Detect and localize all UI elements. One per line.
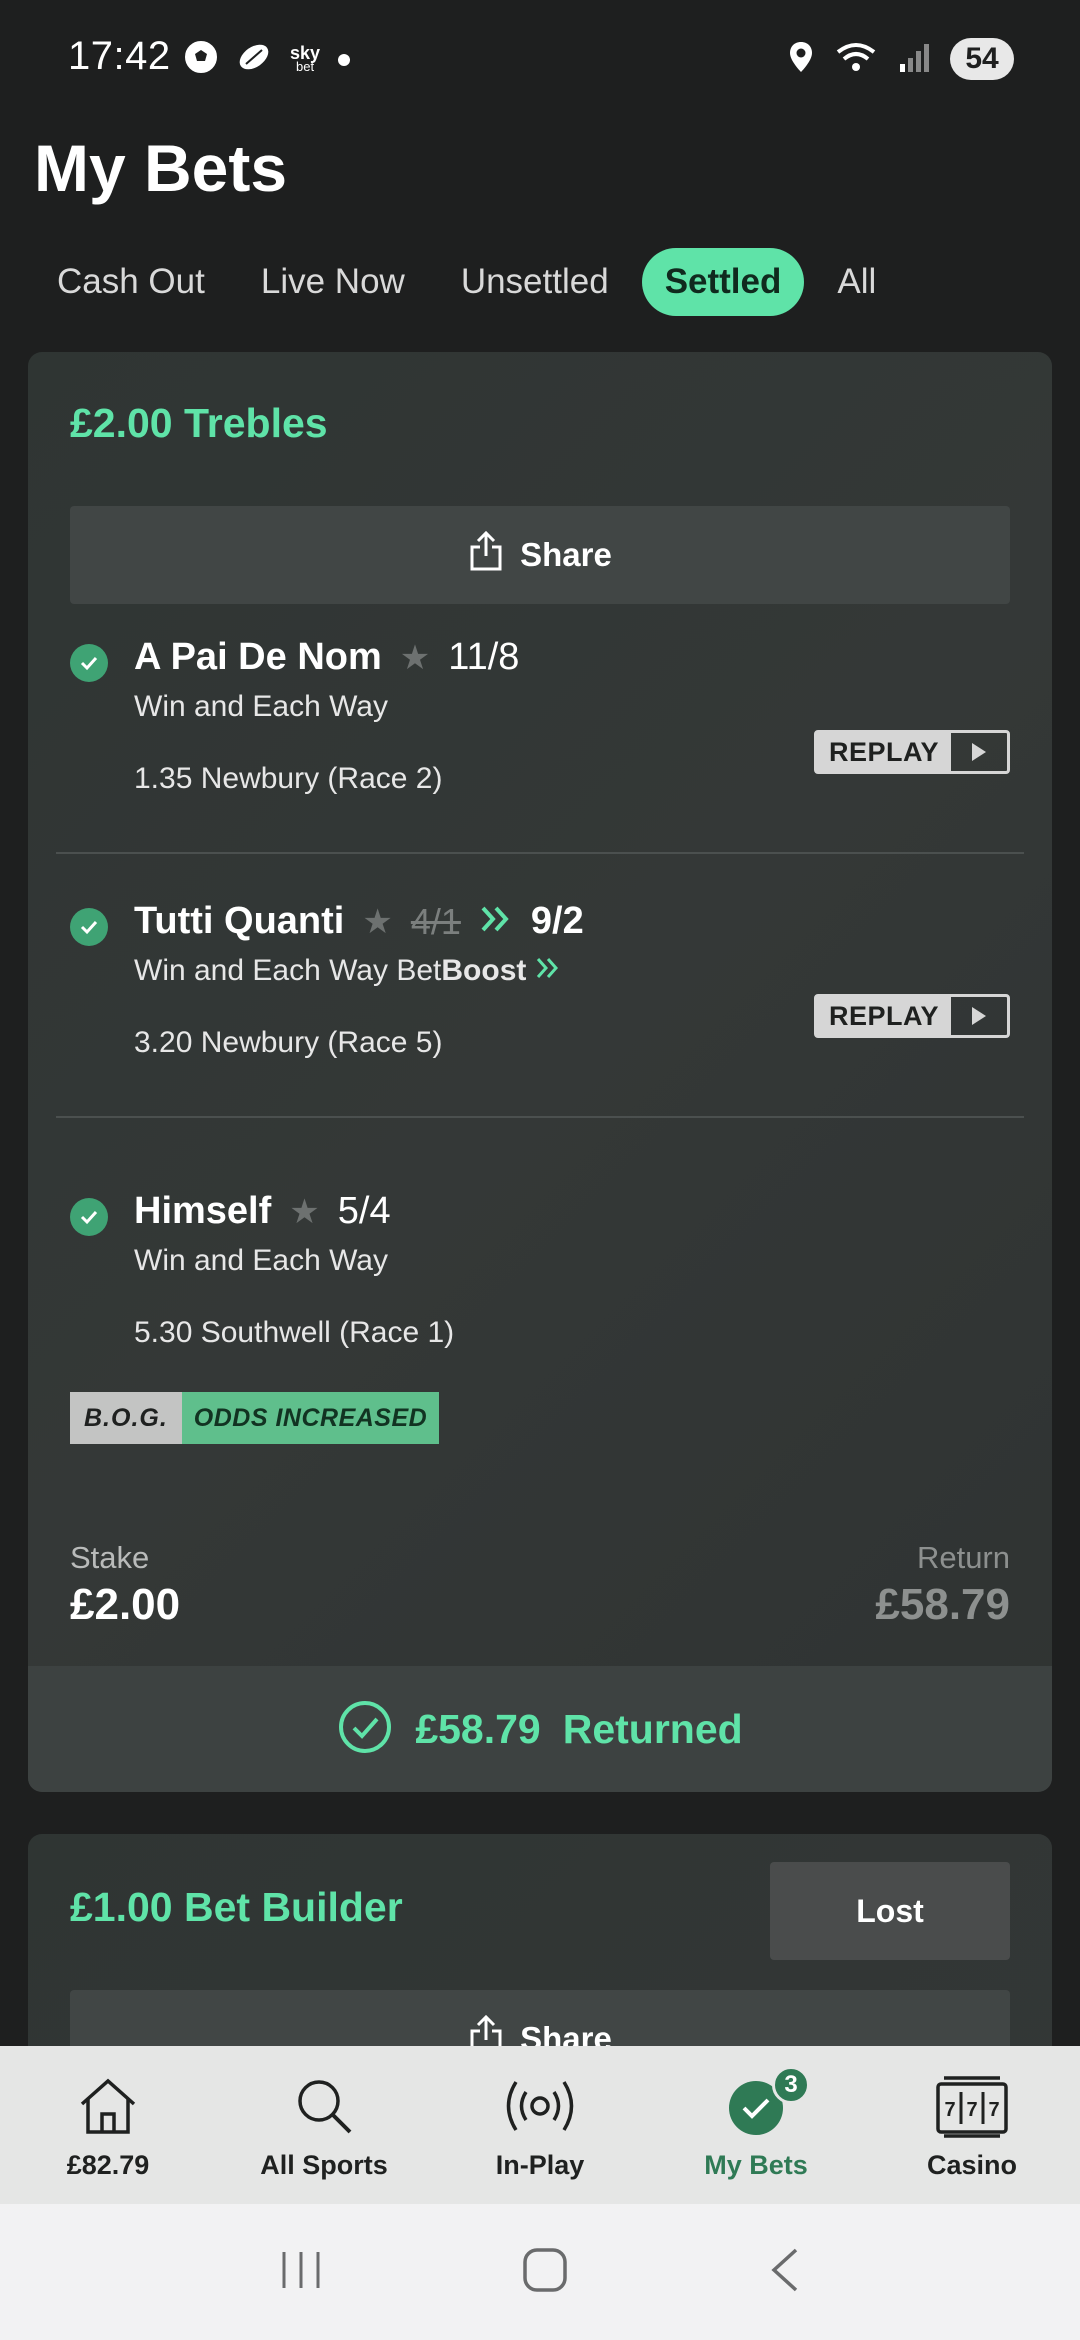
status-notification-icons: sky bet [184,40,351,79]
signal-icon [898,40,930,79]
selection-odds: 11/8 [448,636,520,678]
replay-button[interactable]: REPLAY [814,730,1010,774]
bet-leg: A Pai De Nom ★ 11/8 Win and Each Way 1.3… [70,636,1010,795]
tab-cash-out[interactable]: Cash Out [34,248,228,316]
bet-boost-prefix: Bet [396,954,442,987]
status-system-icons: 54 [788,38,1014,80]
nav-label: Casino [926,2150,1018,2180]
football-icon [184,40,218,79]
system-navigation-bar [0,2204,1080,2340]
home-button-icon[interactable] [521,2246,569,2299]
tab-settled[interactable]: Settled [641,248,805,316]
replay-button[interactable]: REPLAY [814,994,1010,1038]
won-check-icon [70,1198,108,1236]
slot-machine-icon: 777 [934,2070,1010,2142]
selection-name: A Pai De Nom [134,636,382,678]
bog-label: B.O.G. [70,1392,182,1444]
won-check-icon [70,644,108,682]
market-name: Win and Each Way [134,690,388,723]
status-bar: 17:42 sky bet 54 [0,0,1080,116]
page-title: My Bets [34,131,288,205]
search-icon [294,2070,354,2142]
race-info: 3.20 Newbury (Race 5) [134,1026,443,1059]
nav-label: All Sports [260,2150,388,2180]
share-icon [468,530,504,580]
selection-name: Himself [134,1190,272,1232]
stake-label: Stake [70,1540,150,1575]
bet-title: £1.00 Bet Builder [70,1884,403,1930]
returned-amount: £58.79 [415,1705,541,1752]
return-label: Return [916,1540,1010,1575]
returned-status-bar: £58.79 Returned [28,1666,1052,1792]
svg-text:7: 7 [944,2099,955,2121]
battery-indicator: 54 [950,38,1014,80]
boost-arrows-icon [479,904,513,939]
nav-casino[interactable]: 777 Casino [864,2046,1080,2204]
market-name: Win and Each Way BetBoost [134,954,561,988]
divider [56,852,1024,854]
selection-name: Tutti Quanti [134,900,345,942]
replay-label: REPLAY [817,997,952,1035]
nav-my-bets[interactable]: 3 My Bets [648,2046,864,2204]
status-time: 17:42 [68,34,171,78]
star-icon[interactable]: ★ [400,638,430,678]
back-icon[interactable] [766,2246,802,2299]
boost-icon [535,954,561,987]
bet-boost-label: Boost [441,954,527,987]
returned-label: Returned [562,1705,743,1752]
bog-status: ODDS INCREASED [181,1392,440,1444]
return-value: £58.79 [875,1580,1010,1629]
nav-label: £82.79 [66,2150,150,2180]
svg-text:7: 7 [966,2099,977,2121]
race-info: 5.30 Southwell (Race 1) [134,1316,455,1349]
stake-value: £2.00 [70,1580,181,1629]
nav-home[interactable]: £82.79 [0,2046,216,2204]
tab-unsettled[interactable]: Unsettled [438,248,632,316]
won-check-icon [70,908,108,946]
recent-apps-icon[interactable] [278,2248,324,2297]
play-icon [951,733,1007,771]
selection-odds: 5/4 [337,1190,391,1232]
svg-text:7: 7 [988,2099,999,2121]
nav-in-play[interactable]: In-Play [432,2046,648,2204]
play-icon [951,997,1007,1035]
replay-label: REPLAY [817,733,952,771]
bet-leg: Himself ★ 5/4 Win and Each Way 5.30 Sout… [70,1190,1010,1349]
bog-badge: B.O.G. ODDS INCREASED [70,1392,440,1444]
status-badge: Lost [770,1862,1010,1960]
live-icon [501,2070,579,2142]
bets-count-badge: 3 [772,2066,810,2104]
market-label: Win and Each Way [134,954,388,987]
race-info: 1.35 Newbury (Race 2) [134,762,443,795]
nav-label: In-Play [495,2150,585,2180]
home-icon [77,2070,139,2142]
tab-all[interactable]: All [814,248,899,316]
bet-card-trebles[interactable]: £2.00 Trebles Share A Pai De Nom ★ 11/8 … [28,352,1052,1792]
wifi-icon [834,40,878,79]
tab-live-now[interactable]: Live Now [238,248,428,316]
bet-leg: Tutti Quanti ★ 4/1 9/2 Win and Each Way … [70,900,1010,1059]
rugby-icon [236,40,272,79]
nav-label: My Bets [704,2150,808,2180]
location-icon [788,40,814,79]
divider [56,1116,1024,1118]
share-label: Share [520,536,612,573]
original-odds: 4/1 [410,900,461,942]
returned-check-icon [337,1699,393,1760]
market-name: Win and Each Way [134,1244,388,1277]
nav-all-sports[interactable]: All Sports [216,2046,432,2204]
boosted-odds: 9/2 [530,900,584,942]
bets-filter-tabs: Cash Out Live Now Unsettled Settled All [34,248,909,316]
bet-title: £2.00 Trebles [70,400,328,446]
sky-bet-icon: sky bet [290,44,320,74]
star-icon[interactable]: ★ [289,1192,319,1232]
star-icon[interactable]: ★ [362,902,392,942]
share-button[interactable]: Share [70,506,1010,604]
notification-dot [338,53,351,66]
bottom-navigation: £82.79 All Sports In-Play 3 My Bets 777 … [0,2046,1080,2204]
